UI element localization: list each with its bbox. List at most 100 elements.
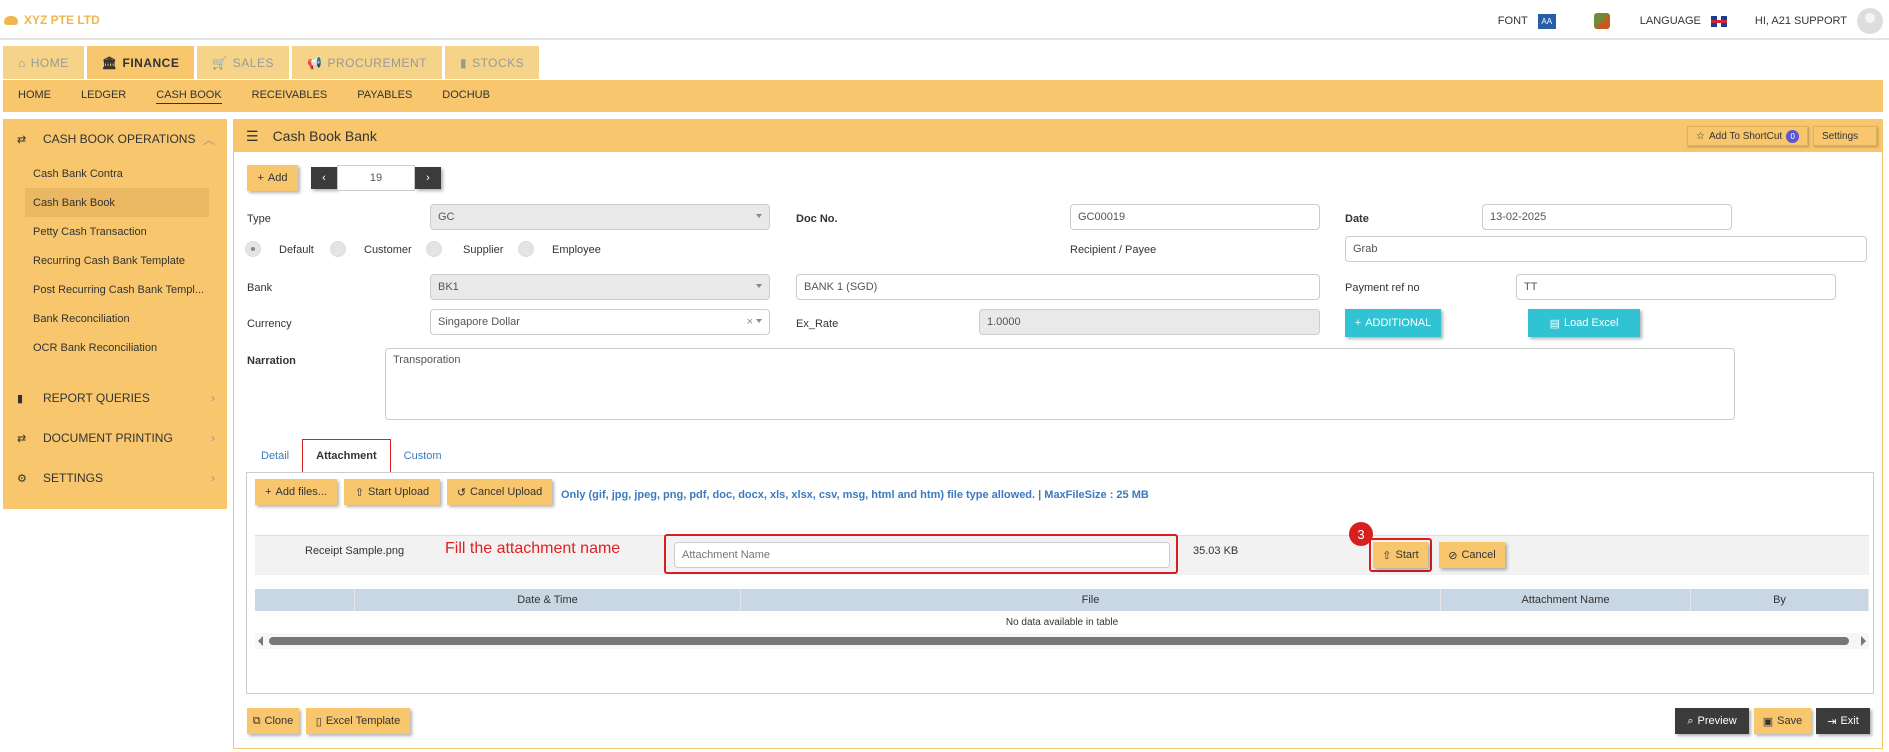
module-tab-label: STOCKS <box>472 55 525 70</box>
subnav-payables[interactable]: PAYABLES <box>357 89 412 103</box>
scrollbar-thumb[interactable] <box>269 637 1849 645</box>
exchange-icon: ⇄ <box>17 133 27 146</box>
bar-chart-icon: ▮ <box>17 392 24 405</box>
scroll-right-icon[interactable] <box>1861 636 1866 646</box>
module-tab-finance[interactable]: 🏛 FINANCE <box>86 46 195 79</box>
table-header-datetime[interactable]: Date & Time <box>355 589 741 611</box>
cloud-icon <box>4 15 18 25</box>
brand-logo[interactable]: XYZ PTE LTD <box>4 13 100 27</box>
sidebar-item-bank-reconciliation[interactable]: Bank Reconciliation <box>3 304 207 333</box>
font-label: FONT <box>1497 15 1528 27</box>
sidebar-item-post-recurring[interactable]: Post Recurring Cash Bank Templ... <box>3 275 207 304</box>
sidebar-section-report-queries[interactable]: ▮ REPORT QUERIES › <box>3 378 227 418</box>
save-button[interactable]: ▣ Save <box>1754 708 1811 734</box>
date-field[interactable]: 13-02-2025 <box>1482 204 1732 230</box>
copy-icon: ⧉ <box>252 714 261 727</box>
sidebar-section-document-printing[interactable]: ⇄ DOCUMENT PRINTING › <box>3 418 227 458</box>
upload-file-row: Receipt Sample.png Fill the attachment n… <box>255 522 1869 575</box>
clone-button[interactable]: ⧉ Clone <box>247 708 299 734</box>
subnav-ledger[interactable]: LEDGER <box>81 89 126 103</box>
currency-select[interactable]: Singapore Dollar × <box>430 309 770 335</box>
prev-record-button[interactable]: ‹ <box>311 167 337 189</box>
horizontal-scrollbar[interactable] <box>255 633 1869 649</box>
chevron-right-icon: › <box>426 172 430 184</box>
sidebar-item-cash-bank-book[interactable]: Cash Bank Book <box>25 188 209 217</box>
load-excel-label: Load Excel <box>1563 317 1619 329</box>
add-files-button[interactable]: + Add files... <box>255 479 337 505</box>
exit-button[interactable]: ⇥ Exit <box>1816 708 1870 734</box>
radio-default[interactable] <box>245 241 261 257</box>
tab-detail[interactable]: Detail <box>248 439 302 472</box>
table-header: Date & Time File Attachment Name By <box>255 589 1869 611</box>
language-label: LANGUAGE <box>1639 15 1701 27</box>
bank-name-field[interactable]: BANK 1 (SGD) <box>796 274 1320 300</box>
attachment-name-input[interactable] <box>674 542 1170 568</box>
add-to-shortcut-button[interactable]: ☆ Add To ShortCut 0 <box>1687 126 1809 146</box>
sidebar-item-recurring-template[interactable]: Recurring Cash Bank Template <box>3 246 207 275</box>
additional-button[interactable]: + ADDITIONAL <box>1345 309 1441 337</box>
record-number-field[interactable]: 19 <box>337 165 415 191</box>
type-select[interactable]: GC <box>430 204 770 230</box>
settings-button[interactable]: Settings <box>1813 126 1877 146</box>
tab-attachment[interactable]: Attachment <box>302 439 391 472</box>
sidebar-item-petty-cash[interactable]: Petty Cash Transaction <box>3 217 207 246</box>
sidebar-item-cash-bank-contra[interactable]: Cash Bank Contra <box>3 159 207 188</box>
undo-icon: ↺ <box>456 486 467 499</box>
start-upload-button[interactable]: ⇧ Start Upload <box>344 479 440 505</box>
module-tab-sales[interactable]: 🛒 SALES <box>197 46 289 79</box>
clone-label: Clone <box>264 715 294 727</box>
module-tab-home[interactable]: ⌂ HOME <box>3 46 84 79</box>
dropdown-arrow-icon <box>756 214 762 218</box>
module-tab-label: SALES <box>232 55 274 70</box>
scroll-left-icon[interactable] <box>258 636 263 646</box>
doc-no-field[interactable]: GC00019 <box>1070 204 1320 230</box>
radio-supplier[interactable] <box>426 241 442 257</box>
subnav-home[interactable]: HOME <box>18 89 51 103</box>
font-size-icon[interactable]: AA <box>1537 13 1556 29</box>
hamburger-icon[interactable]: ☰ <box>246 128 259 145</box>
bar-chart-icon: ▮ <box>459 55 468 70</box>
bullhorn-icon: 📢 <box>306 55 323 70</box>
add-button[interactable]: + Add <box>247 165 298 191</box>
subnav-cash-book[interactable]: CASH BOOK <box>156 89 222 104</box>
sidebar-section-cash-book-operations[interactable]: ⇄ CASH BOOK OPERATIONS ︿ <box>3 119 227 159</box>
excel-template-button[interactable]: ▯ Excel Template <box>306 708 410 734</box>
clear-icon[interactable]: × <box>747 316 753 328</box>
radio-customer[interactable] <box>330 241 346 257</box>
table-header-blank <box>255 589 355 611</box>
theme-brush-icon[interactable] <box>1593 13 1610 29</box>
cancel-file-button[interactable]: ⊘ Cancel <box>1439 542 1505 568</box>
table-header-file[interactable]: File <box>741 589 1441 611</box>
preview-button[interactable]: ⌕ Preview <box>1675 708 1749 734</box>
user-avatar[interactable] <box>1857 8 1883 34</box>
table-header-by[interactable]: By <box>1691 589 1869 611</box>
table-header-attachment-name[interactable]: Attachment Name <box>1441 589 1691 611</box>
sidebar-item-ocr-bank-reconciliation[interactable]: OCR Bank Reconciliation <box>3 333 207 362</box>
bank-value: BK1 <box>438 281 459 293</box>
table-empty-row: No data available in table <box>255 611 1869 633</box>
radio-employee[interactable] <box>518 241 534 257</box>
ex-rate-field[interactable]: 1.0000 <box>979 309 1320 335</box>
module-tab-stocks[interactable]: ▮ STOCKS <box>444 46 540 79</box>
start-file-upload-button[interactable]: ⇧ Start <box>1373 542 1428 568</box>
subnav-receivables[interactable]: RECEIVABLES <box>252 89 328 103</box>
load-excel-button[interactable]: ▤ Load Excel <box>1528 309 1640 337</box>
doc-no-label: Doc No. <box>796 213 838 225</box>
sidebar-section-settings[interactable]: ⚙ SETTINGS › <box>3 458 227 498</box>
sub-navigation: HOME LEDGER CASH BOOK RECEIVABLES PAYABL… <box>3 80 1883 112</box>
tab-custom[interactable]: Custom <box>391 439 455 472</box>
settings-label: Settings <box>1822 130 1859 142</box>
user-greeting[interactable]: HI, A21 SUPPORT <box>1755 15 1847 27</box>
payment-ref-field[interactable]: TT <box>1516 274 1836 300</box>
next-record-button[interactable]: › <box>415 167 441 189</box>
recipient-field[interactable]: Grab <box>1345 236 1867 262</box>
ex-rate-label: Ex_Rate <box>796 318 839 330</box>
subnav-dochub[interactable]: DOCHUB <box>442 89 490 103</box>
bank-select[interactable]: BK1 <box>430 274 770 300</box>
page-title: Cash Book Bank <box>272 128 377 144</box>
module-tab-procurement[interactable]: 📢 PROCUREMENT <box>291 46 442 79</box>
cancel-upload-button[interactable]: ↺ Cancel Upload <box>447 479 552 505</box>
save-icon: ▣ <box>1762 715 1774 728</box>
uk-flag-icon[interactable] <box>1710 15 1727 27</box>
narration-textarea[interactable]: Transporation <box>385 348 1735 420</box>
